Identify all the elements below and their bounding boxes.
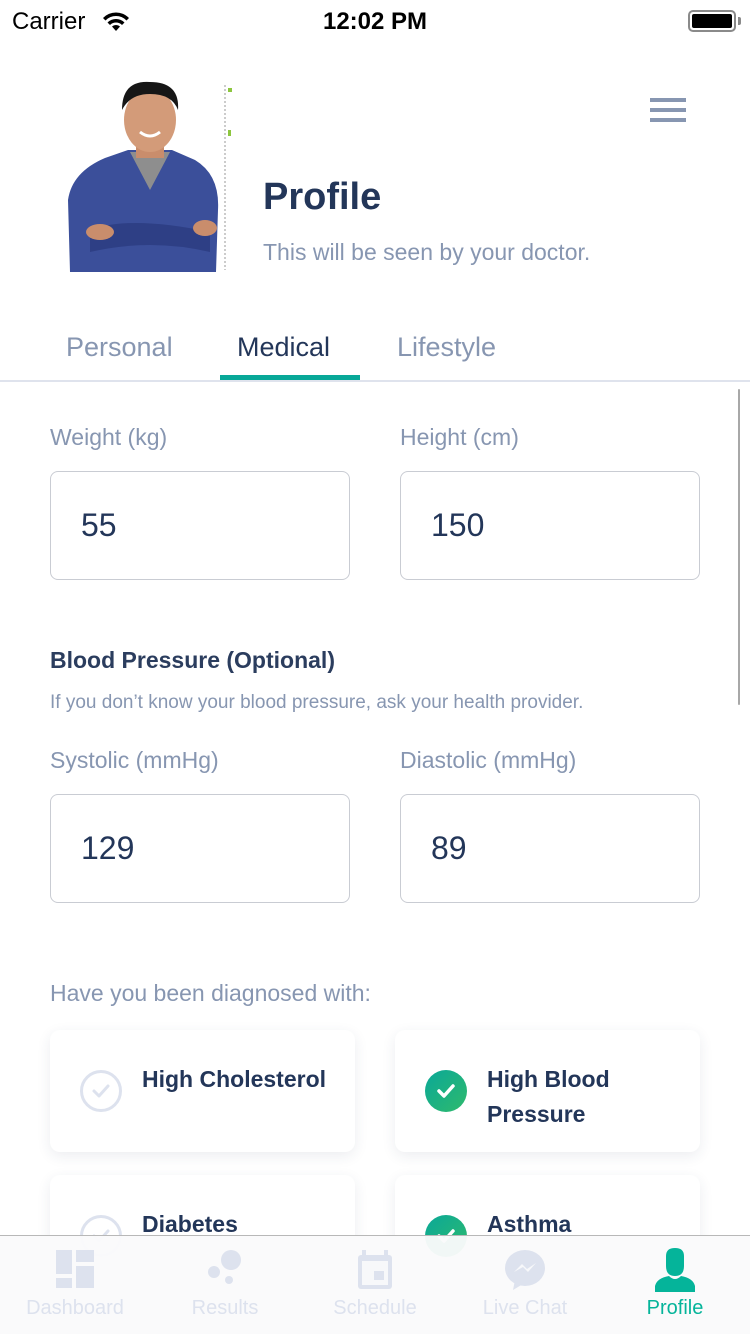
page-subtitle: This will be seen by your doctor. [263,239,590,266]
diagnosis-question: Have you been diagnosed with: [50,980,371,1007]
scrollbar[interactable] [738,389,740,705]
weight-label: Weight (kg) [50,424,167,451]
messenger-icon [505,1250,545,1290]
dashboard-icon [56,1250,94,1288]
active-tab-indicator [220,375,360,380]
page-title: Profile [263,176,381,219]
menu-bar [650,118,686,122]
systolic-input[interactable] [51,795,349,902]
checked-icon [425,1070,467,1112]
avatar[interactable] [60,80,240,272]
hamburger-menu-icon [650,98,686,102]
calendar-icon [356,1250,394,1290]
diastolic-field[interactable] [400,794,700,903]
blood-pressure-help: If you don’t know your blood pressure, a… [50,692,583,714]
height-label: Height (cm) [400,424,519,451]
profile-tabs: Personal Medical Lifestyle [0,320,750,382]
height-field[interactable] [400,471,700,580]
nav-profile[interactable]: Profile [600,1236,750,1334]
weight-field[interactable] [50,471,350,580]
nav-dashboard[interactable]: Dashboard [0,1236,150,1334]
tab-personal[interactable]: Personal [66,332,173,380]
height-input[interactable] [401,472,699,579]
diagnosis-option-high-blood-pressure[interactable]: High Blood Pressure [395,1030,700,1152]
nav-label: Profile [600,1297,750,1320]
person-icon [655,1248,695,1292]
nav-live-chat[interactable]: Live Chat [450,1236,600,1334]
diagnosis-option-high-cholesterol[interactable]: High Cholesterol [50,1030,355,1152]
clock: 12:02 PM [0,8,750,36]
tab-lifestyle[interactable]: Lifestyle [397,332,496,380]
menu-bar [650,108,686,112]
weight-input[interactable] [51,472,349,579]
option-label: High Cholesterol [142,1062,342,1097]
nav-label: Dashboard [0,1297,150,1320]
unchecked-icon [80,1070,122,1112]
systolic-field[interactable] [50,794,350,903]
bottom-tab-bar: Dashboard Results Schedule Live Chat [0,1235,750,1334]
nav-label: Schedule [300,1297,450,1320]
diastolic-label: Diastolic (mmHg) [400,747,576,774]
menu-button[interactable] [648,98,686,126]
diastolic-input[interactable] [401,795,699,902]
nav-results[interactable]: Results [150,1236,300,1334]
blood-pressure-title: Blood Pressure (Optional) [50,647,335,674]
nav-label: Live Chat [450,1297,600,1320]
results-icon [207,1250,243,1288]
option-label: High Blood Pressure [487,1062,687,1132]
nav-label: Results [150,1297,300,1320]
status-bar: Carrier 12:02 PM [0,0,750,40]
avatar-photo [60,80,240,272]
nav-schedule[interactable]: Schedule [300,1236,450,1334]
tab-medical[interactable]: Medical [237,332,330,380]
battery-tip [738,17,741,25]
battery-icon [688,10,736,32]
systolic-label: Systolic (mmHg) [50,747,219,774]
